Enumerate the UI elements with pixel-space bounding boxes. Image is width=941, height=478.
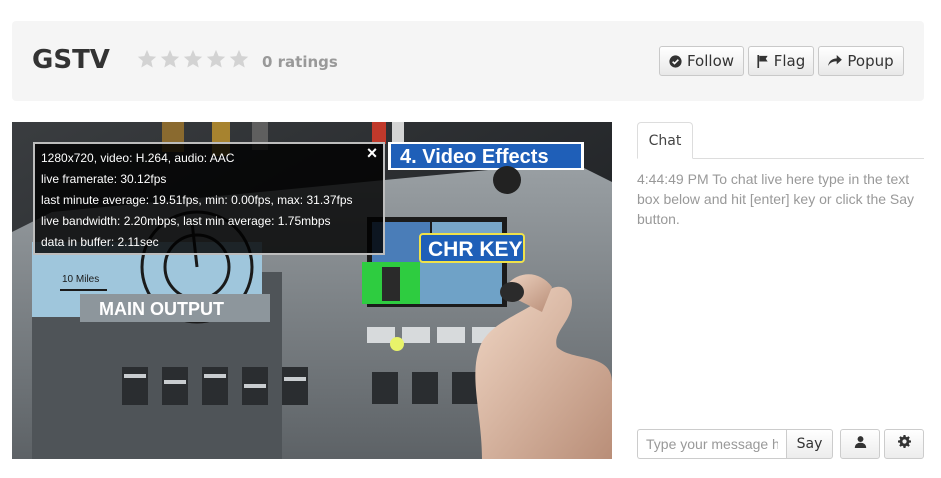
settings-button[interactable] xyxy=(884,429,924,459)
stats-line: data in buffer: 2.11sec xyxy=(41,235,159,249)
popup-button[interactable]: Popup xyxy=(818,46,904,76)
follow-label: Follow xyxy=(686,52,735,70)
popup-label: Popup xyxy=(847,52,894,70)
stats-line: last minute average: 19.51fps, min: 0.00… xyxy=(41,193,353,207)
stats-line: live framerate: 30.12fps xyxy=(41,172,167,186)
stats-line: live bandwidth: 2.20mbps, last min avera… xyxy=(41,214,331,228)
ratings-count: 0 ratings xyxy=(262,53,338,71)
close-icon[interactable]: × xyxy=(364,144,380,162)
stream-stats-overlay: 1280x720, video: H.264, audio: AAC live … xyxy=(33,142,385,255)
follow-button[interactable]: Follow xyxy=(659,46,744,76)
rating-stars[interactable] xyxy=(136,48,250,70)
flag-label: Flag xyxy=(773,52,806,70)
tab-chat[interactable]: Chat xyxy=(637,122,693,159)
say-button[interactable]: Say xyxy=(786,429,833,459)
user-icon xyxy=(854,435,867,453)
star-icon[interactable] xyxy=(228,48,250,70)
stats-line: 1280x720, video: H.264, audio: AAC xyxy=(41,151,235,165)
flag-icon xyxy=(757,54,769,68)
main-output-label: MAIN OUTPUT xyxy=(99,299,224,319)
video-effects-title: 4. Video Effects xyxy=(400,146,549,168)
video-player[interactable]: 10 Miles MAIN OUTPUT CHR KEY 4. Video Ef… xyxy=(12,122,612,459)
channel-header: GSTV 0 ratings Follow Flag Popup xyxy=(12,21,924,101)
channel-title: GSTV xyxy=(32,45,110,75)
user-button[interactable] xyxy=(840,429,880,459)
check-circle-icon xyxy=(669,54,682,68)
star-icon[interactable] xyxy=(205,48,227,70)
gear-icon xyxy=(897,435,911,453)
chat-message: 4:44:49 PM To chat live here type in the… xyxy=(637,171,915,227)
scale-label: 10 Miles xyxy=(62,274,99,285)
flag-button[interactable]: Flag xyxy=(748,46,814,76)
star-icon[interactable] xyxy=(182,48,204,70)
star-icon[interactable] xyxy=(159,48,181,70)
chat-message-input[interactable] xyxy=(637,429,786,459)
star-icon[interactable] xyxy=(136,48,158,70)
chr-key-label: CHR KEY xyxy=(428,238,523,261)
share-arrow-icon xyxy=(828,55,843,67)
